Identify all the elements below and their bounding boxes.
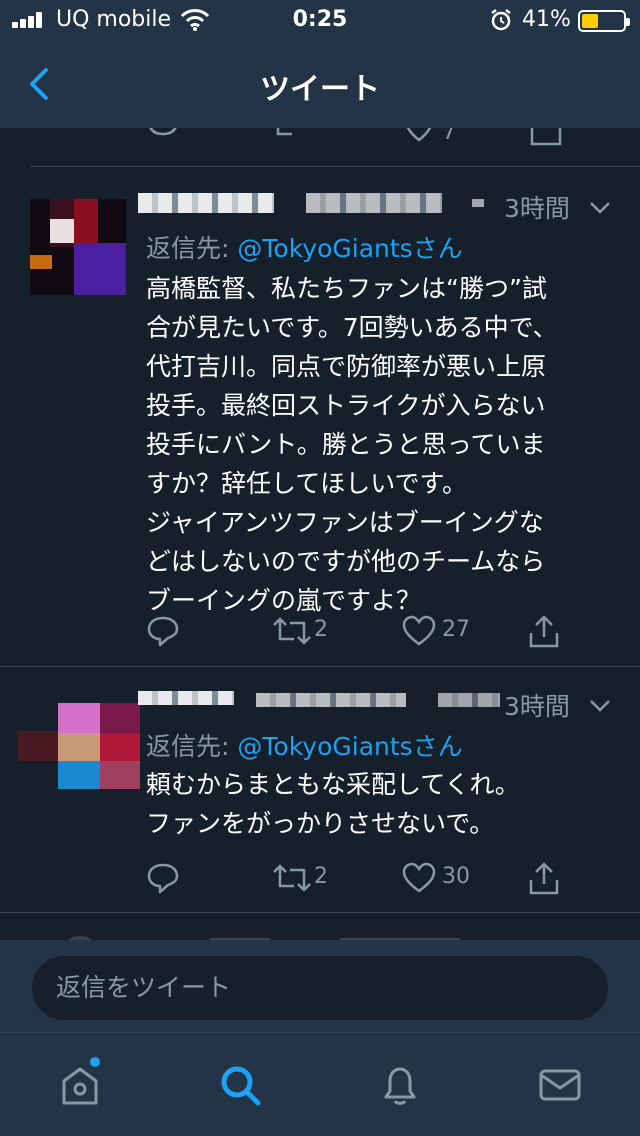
reply-icon[interactable] — [146, 128, 180, 146]
home-icon[interactable] — [56, 1061, 104, 1109]
tweet-actions: 2 27 — [146, 613, 586, 649]
heart-icon — [402, 615, 436, 646]
reply-to-suffix: さん — [412, 732, 463, 761]
retweet-count: 2 — [314, 617, 328, 642]
page-title: ツイート — [260, 72, 380, 107]
like-count: 27 — [442, 617, 470, 642]
tweet-text: 高橋監督、私たちファンは“勝つ”試 合が見たいです。7回勢いある中で、 代打吉川… — [146, 274, 558, 615]
reply-icon — [147, 616, 179, 647]
retweet-icon[interactable] — [272, 128, 312, 144]
alarm-icon — [491, 9, 511, 31]
previous-tweet-actions: 7 — [0, 128, 640, 166]
tweet-text: 頼むからまともな采配してくれ。 ファンをがっかりさせないで。 — [146, 770, 520, 838]
tweet-actions: 2 30 — [146, 860, 586, 896]
reply-to-prefix: 返信先: — [146, 732, 238, 761]
tweet[interactable]: 3時間 返信先: @TokyoGiantsさん 頼むからまともな采配してくれ。 … — [0, 667, 640, 911]
tweet-time: 3時間 — [504, 194, 570, 223]
like-count: 30 — [442, 864, 470, 889]
reply-bar: 返信をツイート — [0, 940, 640, 1032]
share-icon — [529, 862, 559, 895]
battery-icon — [578, 10, 630, 32]
reply-to-line: 返信先: @TokyoGiantsさん — [146, 229, 463, 265]
messages-icon[interactable] — [536, 1061, 584, 1109]
reply-to-prefix: 返信先: — [146, 234, 238, 263]
battery-percent: 41% — [522, 7, 571, 32]
divider — [0, 912, 640, 913]
nav-bar: ツイート — [0, 40, 640, 128]
reply-to-line: 返信先: @TokyoGiantsさん — [146, 727, 463, 763]
reply-to-handle[interactable]: @TokyoGiants — [237, 234, 412, 263]
share-icon[interactable] — [530, 128, 562, 148]
reply-icon — [147, 863, 179, 894]
chevron-down-icon[interactable] — [588, 195, 612, 219]
search-icon[interactable] — [216, 1061, 264, 1109]
like-count: 7 — [442, 128, 456, 145]
retweet-icon — [273, 617, 311, 645]
reply-input[interactable]: 返信をツイート — [32, 956, 608, 1020]
tweet-time: 3時間 — [504, 692, 570, 721]
reply-to-suffix: さん — [412, 234, 463, 263]
heart-icon — [402, 862, 436, 893]
retweet-count: 2 — [314, 864, 328, 889]
like-icon[interactable] — [402, 128, 436, 146]
chevron-down-icon[interactable] — [588, 693, 612, 717]
notification-dot — [90, 1057, 100, 1067]
notifications-icon[interactable] — [376, 1061, 424, 1109]
share-icon — [529, 615, 559, 648]
retweet-icon — [273, 864, 311, 892]
avatar[interactable] — [30, 199, 126, 295]
tab-bar — [0, 1032, 640, 1136]
avatar[interactable] — [18, 703, 140, 789]
status-bar: UQ mobile 0:25 41% — [0, 0, 640, 40]
reply-to-handle[interactable]: @TokyoGiants — [237, 732, 412, 761]
tweet[interactable]: 3時間 返信先: @TokyoGiantsさん 高橋監督、私たちファンは“勝つ”… — [0, 167, 640, 665]
